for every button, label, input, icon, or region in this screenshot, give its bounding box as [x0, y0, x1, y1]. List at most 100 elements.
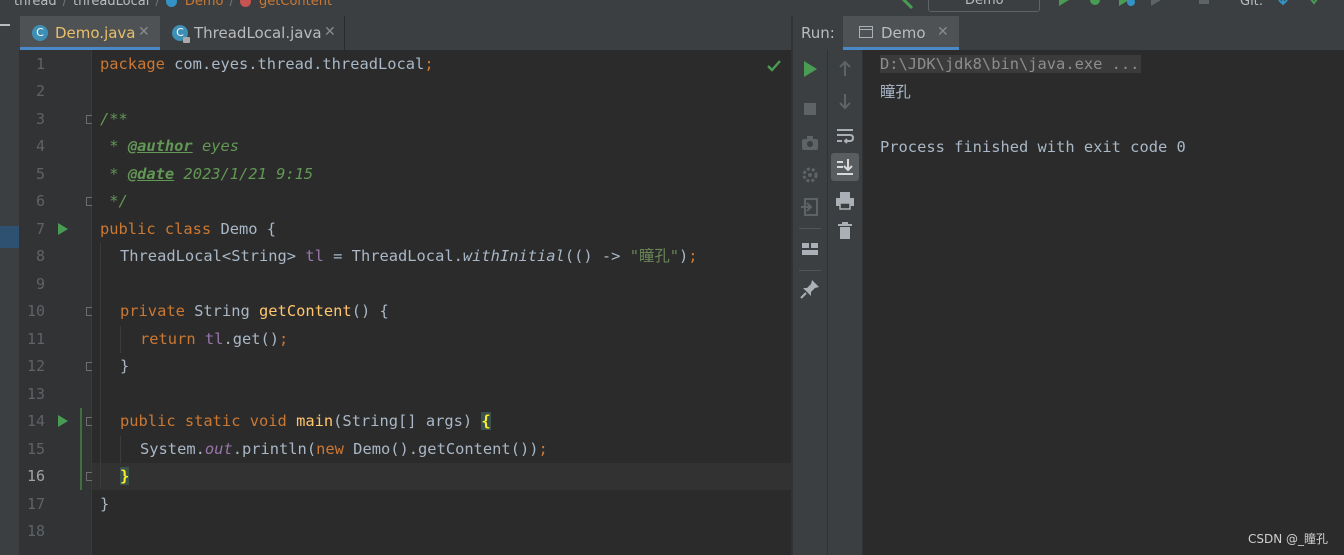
- close-icon[interactable]: ✕: [138, 24, 150, 40]
- line-number: 9: [35, 275, 45, 293]
- console-window-icon: [859, 26, 873, 38]
- stop-icon[interactable]: [1198, 0, 1210, 6]
- run-gutter-icon[interactable]: [58, 415, 68, 427]
- code-line-11[interactable]: return tl.get();: [140, 326, 288, 353]
- code-line-7[interactable]: public class Demo {: [100, 216, 276, 243]
- token-class-decl: Demo {: [211, 220, 277, 238]
- run-gutter-icon[interactable]: [58, 223, 68, 235]
- trash-icon: [838, 222, 852, 239]
- restore-layout-button[interactable]: [797, 236, 823, 262]
- code-line-8[interactable]: ThreadLocal<String> tl = ThreadLocal.wit…: [120, 243, 698, 270]
- line-number: 11: [26, 330, 45, 348]
- token-field: tl: [204, 330, 224, 348]
- code-line-10[interactable]: private String getContent() {: [120, 298, 389, 325]
- code-line-6[interactable]: */: [100, 188, 128, 215]
- token-semicolon: ;: [279, 330, 289, 348]
- token-string: "瞳孔": [629, 247, 680, 265]
- pin-tab-button[interactable]: [797, 276, 823, 302]
- code-line-5[interactable]: * @date 2023/1/21 9:15: [100, 161, 313, 188]
- scroll-to-end-button[interactable]: [831, 153, 859, 181]
- token-static-method: withInitial: [462, 247, 565, 265]
- camera-icon: [802, 136, 818, 150]
- breadcrumb: thread / threadLocal / Demo / getContent: [14, 0, 332, 9]
- run-icon[interactable]: [1058, 0, 1070, 8]
- code-line-3[interactable]: /**: [100, 106, 128, 133]
- close-icon[interactable]: ✕: [324, 24, 336, 40]
- debug-icon[interactable]: [1088, 0, 1102, 8]
- git-label: Git:: [1240, 0, 1264, 9]
- lock-icon: [183, 37, 190, 43]
- indent-guide: [120, 326, 121, 353]
- code-line-1[interactable]: package com.eyes.thread.threadLocal;: [100, 51, 434, 78]
- token-package: com.eyes.thread.threadLocal: [164, 55, 425, 73]
- line-number: 4: [35, 137, 45, 155]
- console-command-line[interactable]: D:\JDK\jdk8\bin\java.exe ...: [880, 51, 1142, 78]
- token-method-name: getContent: [259, 302, 352, 320]
- line-number: 17: [26, 495, 45, 513]
- line-number: 8: [35, 247, 45, 265]
- clear-all-button[interactable]: [832, 218, 858, 244]
- vcs-change-marker[interactable]: [80, 408, 82, 490]
- breadcrumb-module[interactable]: thread: [14, 0, 57, 9]
- console-output[interactable]: [863, 50, 1344, 555]
- tab-threadlocal-java[interactable]: C ThreadLocal.java ✕: [160, 16, 345, 50]
- token-type: String: [184, 302, 260, 320]
- code-line-16[interactable]: }: [120, 463, 130, 490]
- inspection-ok-icon[interactable]: [766, 58, 782, 74]
- token-method-name: main: [296, 412, 334, 430]
- run-configuration-selector[interactable]: Demo: [928, 0, 1040, 12]
- stop-button[interactable]: [797, 96, 823, 122]
- toolbar-separator: [799, 270, 821, 271]
- rerun-button[interactable]: [797, 56, 823, 82]
- breadcrumb-method[interactable]: getContent: [259, 0, 332, 9]
- profile-icon[interactable]: [1150, 0, 1168, 8]
- settings-button[interactable]: [797, 162, 823, 188]
- line-number: 2: [35, 82, 45, 100]
- exit-icon: [801, 198, 818, 216]
- breadcrumb-package[interactable]: threadLocal: [73, 0, 149, 9]
- token-keyword: public static void: [120, 412, 287, 430]
- print-button[interactable]: [832, 188, 858, 214]
- line-number: 10: [26, 302, 45, 320]
- soft-wrap-button[interactable]: [832, 122, 858, 148]
- minimize-icon[interactable]: [0, 24, 10, 26]
- token-keyword: private: [120, 302, 185, 320]
- token-plain: .get(): [223, 330, 280, 348]
- line-number: 1: [35, 55, 45, 73]
- console-output-line: 瞳孔: [880, 83, 911, 101]
- dump-threads-button[interactable]: [797, 130, 823, 156]
- java-class-icon: C: [32, 25, 48, 41]
- token-plain: Demo().getContent()): [343, 440, 539, 458]
- line-number: 6: [35, 192, 45, 210]
- token-keyword: new: [316, 440, 344, 458]
- console-exit-message: Process finished with exit code 0: [880, 138, 1186, 156]
- line-number: 7: [35, 220, 45, 238]
- token-keyword: public class: [100, 220, 212, 238]
- line-number: 12: [26, 357, 45, 375]
- token-doc: *: [100, 137, 128, 155]
- line-number: 18: [26, 522, 45, 540]
- coverage-icon[interactable]: [1118, 0, 1136, 8]
- code-line-15[interactable]: System.out.println(new Demo().getContent…: [140, 436, 548, 463]
- git-commit-icon[interactable]: [1308, 0, 1322, 8]
- code-line-14[interactable]: public static void main(String[] args) {: [120, 408, 491, 435]
- code-line-4[interactable]: * @author eyes: [100, 133, 239, 160]
- close-icon[interactable]: ✕: [937, 24, 949, 40]
- git-update-icon[interactable]: [1276, 0, 1290, 8]
- token-doc-tag: @author: [127, 137, 193, 155]
- token-plain: () {: [351, 302, 389, 320]
- build-hammer-icon[interactable]: [900, 0, 914, 10]
- run-tab-label: Demo: [881, 24, 926, 42]
- play-icon: [804, 61, 817, 77]
- code-line-12[interactable]: }: [120, 353, 129, 380]
- exit-button[interactable]: [797, 194, 823, 220]
- previous-occurrence-button[interactable]: [832, 56, 858, 82]
- token-keyword: return: [140, 330, 196, 348]
- tab-demo-java[interactable]: C Demo.java ✕: [20, 16, 160, 50]
- run-tab-demo[interactable]: Demo ✕: [843, 16, 959, 50]
- breadcrumb-class[interactable]: Demo: [185, 0, 224, 9]
- next-occurrence-button[interactable]: [832, 88, 858, 114]
- code-line-17[interactable]: }: [100, 491, 109, 518]
